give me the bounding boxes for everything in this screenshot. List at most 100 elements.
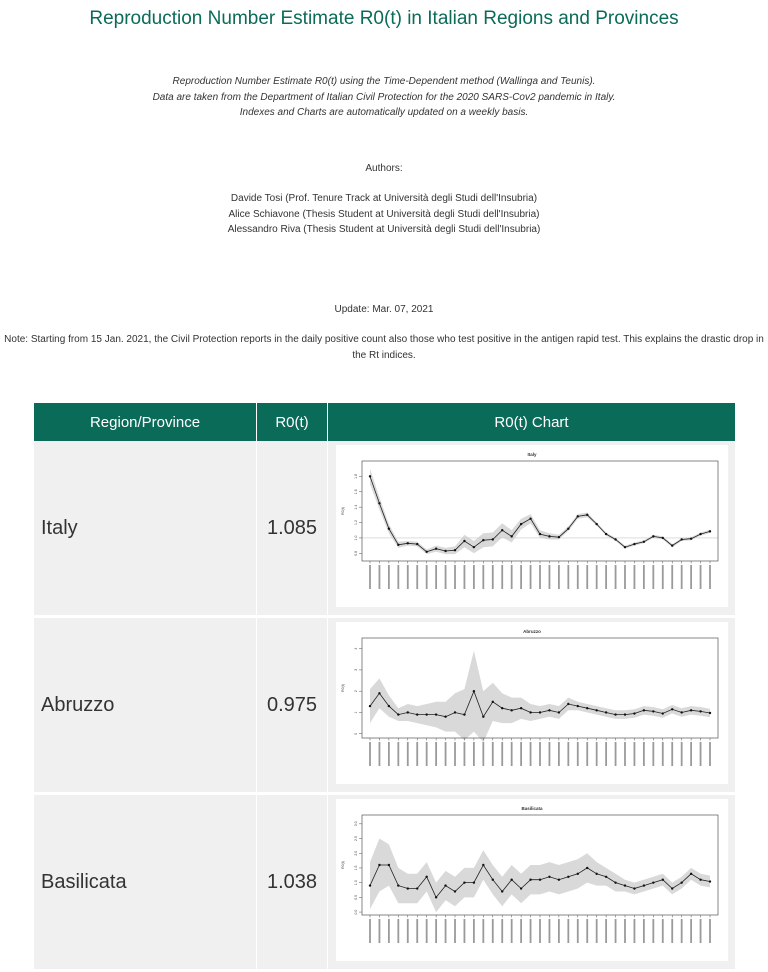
x-tick-label [633,741,635,766]
x-tick-label [481,741,484,766]
x-tick-label [425,741,428,766]
data-point [547,534,551,538]
description-line: Reproduction Number Estimate R0(t) using… [172,76,596,87]
x-tick-label [548,564,550,589]
x-tick-label [510,741,513,766]
r0-value: 0.975 [257,618,327,795]
data-point [377,863,381,866]
x-tick-label [529,741,531,766]
x-tick-label [396,741,399,766]
x-tick-label [368,741,371,766]
data-point [396,543,400,546]
x-tick-label [595,741,598,766]
x-tick-label [491,564,494,589]
chart-image[interactable]: Abruzzo 0 1 2 3 4 R0(t) [335,621,728,784]
data-point [613,537,617,541]
x-tick-label [472,918,475,943]
y-tick-label: 4 [354,647,358,649]
data-point [698,709,702,713]
data-point [594,872,598,875]
chart-title: Italy [527,452,537,457]
x-tick-label [633,918,635,943]
x-tick-label [500,918,503,943]
x-tick-label [670,564,673,589]
y-tick-label: 3.0 [354,821,358,826]
x-tick-label [604,741,607,766]
data-point [623,545,626,548]
x-tick-label [661,741,664,766]
x-tick-label [642,741,645,766]
x-tick-label [444,918,446,943]
data-point [613,712,617,716]
data-point [651,880,655,884]
x-tick-label [708,918,711,943]
chart-image[interactable]: Basilicata 0.0 0.5 1.0 1.5 2.0 2.5 3.0 R0(t) [335,798,728,961]
data-point [547,708,551,712]
data-point [519,522,522,525]
table-row: Italy 1.085 Italy 0.8 1.0 1.2 1.4 1.6 1.8 R0(t) [34,441,735,618]
data-point [368,704,371,707]
data-point [462,539,466,542]
data-point [557,878,560,881]
x-tick-label [406,918,409,943]
x-tick-label [538,918,541,943]
x-tick-label [689,564,692,589]
data-point [623,712,626,716]
x-tick-label [585,741,588,766]
x-tick-label [633,564,635,589]
data-point [528,516,532,520]
data-point [415,542,418,545]
confidence-band [369,468,710,554]
x-tick-label [387,564,390,589]
x-tick-label [680,918,683,943]
x-tick-label [576,918,579,943]
table-row: Basilicata 1.038 Basilicata 0.0 0.5 1.0 1.5 2… [34,795,735,972]
data-point [670,543,673,547]
x-tick-label [415,564,418,589]
data-point [557,535,560,538]
x-tick-label [387,741,390,766]
x-tick-label [472,564,475,589]
data-point [557,710,560,714]
x-tick-label [604,918,607,943]
description-line: Indexes and Charts are automatically upd… [239,107,529,118]
region-name: Italy [34,441,256,618]
r0-value: 1.085 [257,441,327,618]
data-point [585,513,588,516]
data-point [368,474,371,478]
x-tick-label [519,741,522,766]
data-point [396,883,400,887]
data-point [538,532,541,535]
data-point [434,546,437,550]
data-point [538,710,541,714]
x-tick-label [519,564,522,589]
data-point [528,878,532,881]
x-tick-label [585,918,588,943]
column-header-region[interactable]: Region/Province [34,403,256,441]
data-point [415,712,418,716]
x-tick-label [642,564,645,589]
data-point [651,709,655,713]
chart-image[interactable]: Italy 0.8 1.0 1.2 1.4 1.6 1.8 R0(t) [335,444,728,607]
x-tick-label [699,564,701,589]
data-point [689,872,692,875]
data-point [387,526,390,530]
data-point [406,541,409,545]
data-point [519,706,522,709]
data-point [661,878,664,881]
x-tick-label [576,564,579,589]
data-point [491,700,494,703]
x-tick-label [651,918,654,943]
x-tick-label [481,564,484,589]
data-point [670,886,673,890]
chart-title: Abruzzo [523,629,541,634]
x-tick-label [614,564,616,589]
column-header-r0[interactable]: R0(t) [257,403,327,441]
x-tick-label [472,741,475,766]
data-point [443,883,447,887]
column-header-chart[interactable]: R0(t) Chart [328,403,735,441]
y-tick-label: 1.2 [354,520,358,525]
x-tick-label [434,918,437,943]
data-point [604,710,607,714]
author-line: Alessandro Riva (Thesis Student at Unive… [227,224,541,235]
